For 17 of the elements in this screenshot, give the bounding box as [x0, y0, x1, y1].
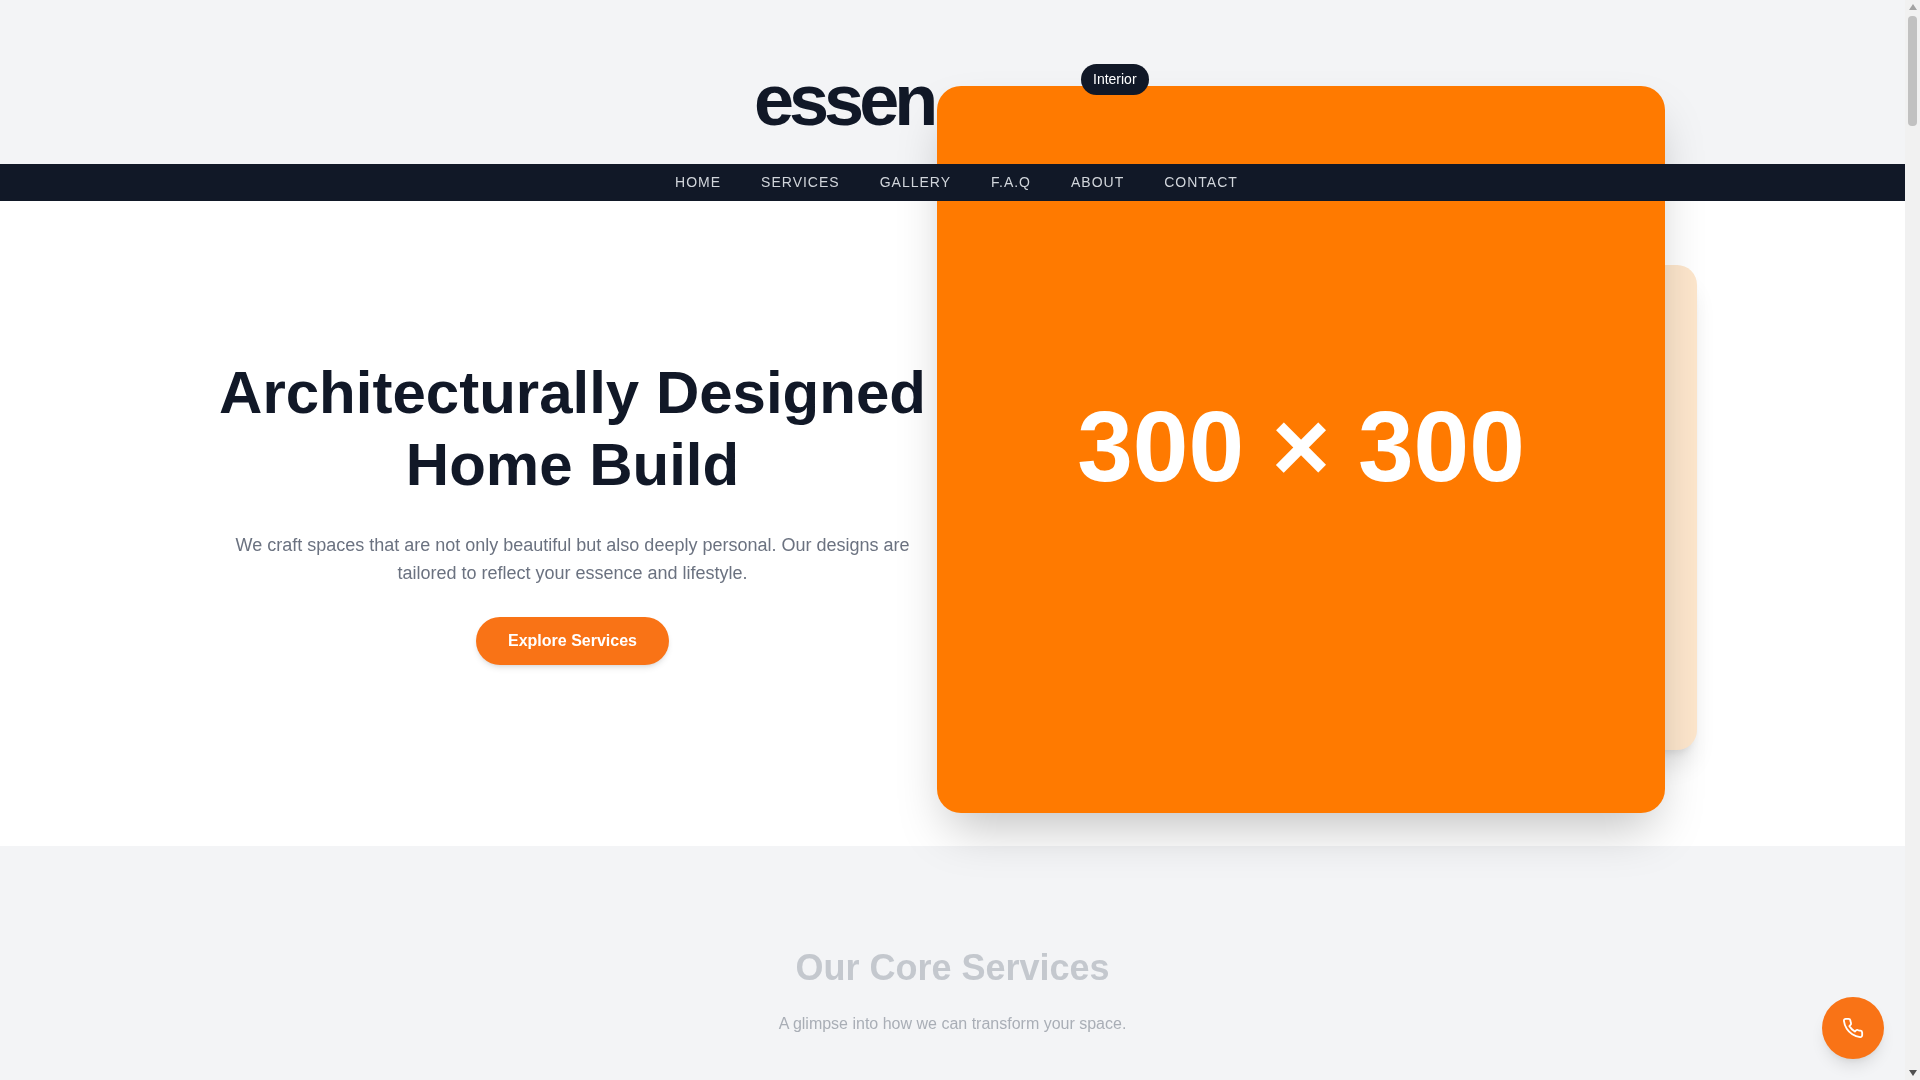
section-subtitle: A glimpse into how we can transform your space. — [778, 1014, 1127, 1034]
nav-link[interactable]: F.A.Q — [971, 172, 1051, 193]
scroll-down-icon[interactable] — [1908, 1070, 1917, 1076]
image-size-label: 300 × 300 — [1077, 395, 1525, 496]
nav-link[interactable]: HOME — [655, 172, 742, 193]
nav-link[interactable]: ABOUT — [1051, 172, 1145, 193]
hero-heading: Architecturally Designed Home Build — [219, 358, 926, 500]
hero-description: We craft spaces that are not only beautiful but also deeply personal. Our designs are tailored to reflect your essence and lifestyle. — [234, 534, 911, 585]
badge: Interior — [1081, 64, 1149, 95]
scroll-up-icon[interactable] — [1908, 4, 1917, 10]
nav-link[interactable]: GALLERY — [859, 172, 971, 193]
nav-link[interactable]: SERVICES — [741, 172, 860, 193]
scrollbar[interactable] — [1905, 0, 1920, 1080]
logo[interactable]: essen — [754, 64, 934, 136]
nav-link[interactable]: CONTACT — [1144, 172, 1258, 193]
scrollbar-thumb[interactable] — [1908, 16, 1917, 126]
phone-icon — [1842, 1017, 1864, 1039]
